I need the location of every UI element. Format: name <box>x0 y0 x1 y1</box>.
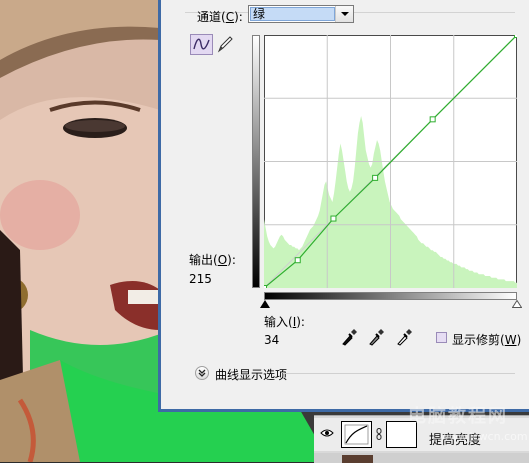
white-point-eyedropper-icon[interactable] <box>394 327 414 347</box>
show-clipping-checkbox[interactable] <box>436 332 447 343</box>
options-divider <box>283 373 515 374</box>
output-label: 输出(O): <box>189 253 236 267</box>
curves-dialog: 通道(C): 绿 输出(O): 215 输入(I): 34 显示修剪(W) 曲线… <box>158 0 529 412</box>
show-clipping-label[interactable]: 显示修剪(W) <box>452 331 521 348</box>
watermark-url: www.jcwcn.com <box>440 430 528 443</box>
chevron-down-icon[interactable] <box>335 6 353 22</box>
expand-options-button[interactable] <box>195 366 209 380</box>
channel-dropdown[interactable]: 绿 <box>248 5 354 23</box>
input-label: 输入(I): <box>264 315 305 329</box>
channel-label: 通道(C): <box>197 10 243 24</box>
curve-graph[interactable] <box>264 35 517 288</box>
gray-point-eyedropper-icon[interactable] <box>366 327 386 347</box>
channel-selected-value: 绿 <box>250 7 335 21</box>
black-point-slider[interactable] <box>260 300 270 308</box>
curve-tool-icon[interactable] <box>190 34 213 55</box>
double-chevron-down-icon <box>198 369 206 377</box>
pencil-icon[interactable] <box>216 34 234 54</box>
link-chain-icon[interactable] <box>376 428 382 440</box>
eye-icon[interactable] <box>320 428 334 438</box>
input-value[interactable]: 34 <box>264 333 279 347</box>
black-point-eyedropper-icon[interactable] <box>339 327 359 347</box>
curve-control-point[interactable] <box>294 257 301 264</box>
curve-control-point[interactable] <box>372 174 379 181</box>
curves-adjustment-thumbnail[interactable] <box>341 421 372 448</box>
watermark-text: 电脑教程网 <box>408 406 508 427</box>
curve-display-options-label[interactable]: 曲线显示选项 <box>215 366 287 383</box>
curve-control-point[interactable] <box>514 35 518 38</box>
curve-control-point[interactable] <box>429 116 436 123</box>
curve-control-point[interactable] <box>264 285 267 289</box>
input-gradient-bar <box>264 292 517 300</box>
curve-control-point[interactable] <box>330 215 337 222</box>
output-value[interactable]: 215 <box>189 272 212 286</box>
white-point-slider[interactable] <box>512 300 522 308</box>
output-gradient-bar <box>252 35 260 288</box>
